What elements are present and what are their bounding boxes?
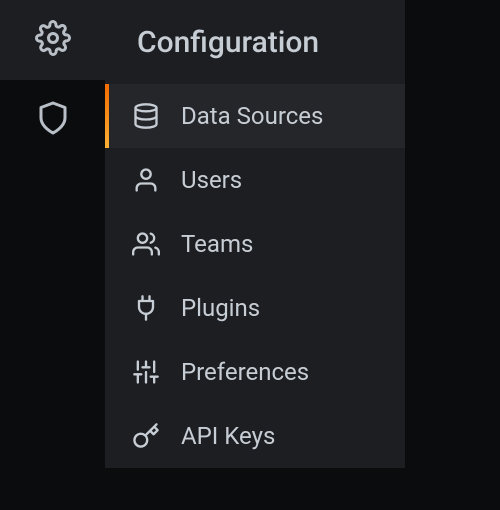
rail-item-admin[interactable] [0,80,105,160]
plug-icon [131,293,161,323]
menu-item-label: API Keys [181,422,275,450]
menu-item-label: Data Sources [181,102,323,130]
menu-item-label: Users [181,166,242,194]
menu-item-label: Plugins [181,294,260,322]
menu-item-users[interactable]: Users [105,148,405,212]
key-icon [131,421,161,451]
shield-icon [35,100,71,140]
menu-item-plugins[interactable]: Plugins [105,276,405,340]
menu-item-teams[interactable]: Teams [105,212,405,276]
menu-item-label: Preferences [181,358,309,386]
menu-item-preferences[interactable]: Preferences [105,340,405,404]
panel-title: Configuration [105,0,405,84]
user-icon [131,165,161,195]
menu-item-api-keys[interactable]: API Keys [105,404,405,468]
database-icon [131,101,161,131]
menu-item-label: Teams [181,230,253,258]
gear-icon [35,20,71,60]
sliders-icon [131,357,161,387]
config-panel: Configuration Data Sources Users [105,0,405,468]
users-icon [131,229,161,259]
rail-item-configuration[interactable] [0,0,105,80]
menu-item-data-sources[interactable]: Data Sources [105,84,405,148]
nav-rail [0,0,105,510]
